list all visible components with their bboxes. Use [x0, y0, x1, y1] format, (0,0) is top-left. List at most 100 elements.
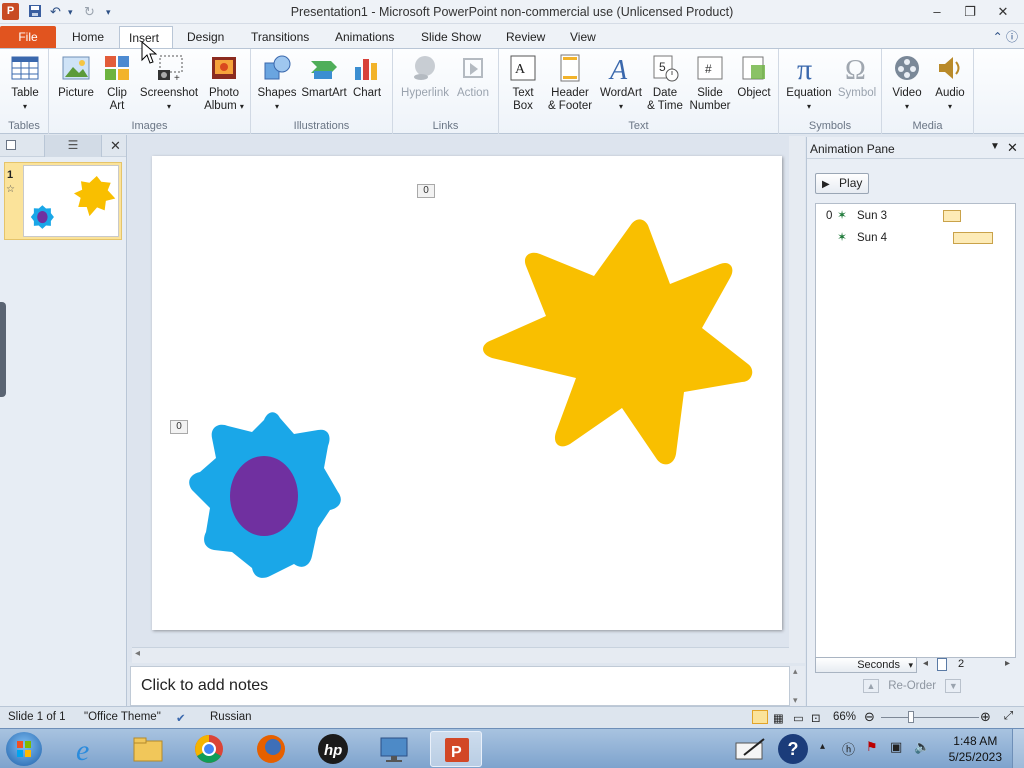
redo-icon[interactable]: ↻ [84, 4, 95, 20]
slide-number-icon: # [697, 56, 723, 80]
tray-pen-icon[interactable] [734, 735, 768, 763]
tray-network-icon[interactable]: ▣ [890, 739, 902, 755]
spell-check-icon[interactable]: ✔ [176, 711, 186, 725]
restore-button[interactable]: ❐ [957, 2, 983, 21]
object-button[interactable]: Object [733, 53, 775, 100]
help-icon[interactable]: ⌃ ⓘ [993, 28, 1018, 45]
timeline-marker[interactable] [937, 658, 947, 671]
zoom-slider-thumb[interactable] [908, 711, 914, 723]
zoom-in-icon[interactable]: ⊕ [980, 709, 991, 725]
zoom-level[interactable]: 66% [833, 711, 856, 723]
timeline-bar[interactable] [953, 232, 993, 244]
move-up-icon[interactable]: ▲ [863, 679, 879, 693]
taskbar-hp[interactable]: hp [307, 731, 359, 767]
taskbar-powerpoint[interactable]: P [430, 731, 482, 767]
animation-item-sun-4[interactable]: ✶ Sun 4 [816, 228, 1015, 248]
animation-item-sun-3[interactable]: 0 ✶ Sun 3 [816, 206, 1015, 226]
zoom-out-icon[interactable]: ⊖ [864, 709, 875, 725]
powerpoint-app-icon[interactable]: P [2, 3, 19, 20]
theme-status[interactable]: "Office Theme" [84, 711, 161, 723]
tray-flag-icon[interactable]: ⚑ [866, 739, 878, 755]
help-question-icon[interactable]: ? [778, 734, 808, 764]
symbol-button[interactable]: Ω Symbol [835, 53, 879, 100]
taskbar-chrome[interactable] [183, 731, 235, 767]
tab-design[interactable]: Design [178, 26, 233, 48]
scroll-left-icon[interactable]: ◂ [135, 648, 140, 659]
smartart-button[interactable]: SmartArt [299, 53, 349, 100]
timeline-left-icon[interactable]: ◂ [923, 658, 928, 669]
vertical-scrollbar[interactable] [789, 136, 805, 663]
equation-button[interactable]: π Equation ▾ [783, 53, 835, 113]
sun-3-star-shape[interactable] [483, 219, 753, 465]
notes-scrollbar[interactable]: ▴ ▾ [790, 666, 805, 706]
seconds-dropdown[interactable]: Seconds ▾ [815, 657, 917, 673]
table-button[interactable]: Table ▾ [6, 53, 44, 113]
pane-close-icon[interactable]: ✕ [1007, 140, 1018, 156]
slide-canvas[interactable]: 0 0 [152, 156, 782, 630]
header-footer-label-1: Header [551, 87, 589, 99]
picture-button[interactable]: Picture [55, 53, 97, 100]
chart-button[interactable]: Chart [349, 53, 385, 100]
wordart-button[interactable]: A WordArt ▾ [597, 53, 645, 113]
flower-center-ellipse[interactable] [230, 456, 298, 536]
notes-scroll-down-icon[interactable]: ▾ [793, 695, 798, 706]
normal-view-icon[interactable] [752, 710, 768, 724]
horizontal-scrollbar[interactable]: ◂ ▸ [132, 647, 804, 663]
photo-album-button[interactable]: Photo Album ▾ [201, 53, 247, 113]
reading-view-icon[interactable]: ▭ [793, 711, 804, 725]
minimize-button[interactable]: – [924, 2, 950, 21]
tab-review[interactable]: Review [497, 26, 554, 48]
tab-slide-show[interactable]: Slide Show [412, 26, 490, 48]
timeline-bar[interactable] [943, 210, 961, 222]
play-button[interactable]: ▶ Play [815, 173, 869, 194]
tab-animations[interactable]: Animations [326, 26, 403, 48]
slide-sorter-icon[interactable]: ▦ [773, 711, 784, 725]
language-status[interactable]: Russian [210, 711, 252, 723]
clip-art-button[interactable]: Clip Art [99, 53, 135, 113]
action-button[interactable]: Action [453, 53, 493, 100]
fit-slide-icon[interactable]: ⤢ [1004, 710, 1013, 723]
customize-qat-icon[interactable]: ▾ [106, 7, 111, 18]
audio-button[interactable]: Audio ▾ [930, 53, 970, 113]
tray-expand-icon[interactable]: ▴ [820, 741, 825, 752]
video-button[interactable]: Video ▾ [886, 53, 928, 113]
text-box-button[interactable]: A Text Box [505, 53, 541, 113]
timeline-right-icon[interactable]: ▸ [1005, 658, 1010, 669]
slide-show-icon[interactable]: ⊡ [811, 711, 821, 725]
tray-hp-icon[interactable]: ⓗ [842, 739, 855, 758]
omega-icon: Ω [845, 55, 866, 83]
shapes-button[interactable]: Shapes ▾ [255, 53, 299, 113]
taskbar-clock[interactable]: 1:48 AM 5/25/2023 [949, 733, 1002, 765]
slide-number-button[interactable]: # Slide Number [687, 53, 733, 113]
header-footer-button[interactable]: Header & Footer [543, 53, 597, 113]
tray-volume-icon[interactable]: 🔈 [914, 739, 930, 755]
animation-tag-left[interactable]: 0 [170, 420, 188, 434]
move-down-icon[interactable]: ▼ [945, 679, 962, 693]
slides-tab-icon[interactable] [6, 140, 16, 150]
floating-panel-handle[interactable] [0, 302, 6, 397]
taskbar-firefox[interactable] [245, 731, 297, 767]
slide-thumbnail[interactable] [23, 165, 119, 237]
tab-home[interactable]: Home [63, 26, 113, 48]
undo-icon[interactable]: ↶ [50, 4, 61, 20]
date-time-button[interactable]: 5 Date & Time [643, 53, 687, 113]
tab-file[interactable]: File [0, 26, 56, 48]
start-button[interactable] [6, 732, 42, 766]
tab-transitions[interactable]: Transitions [242, 26, 318, 48]
outline-tab-icon[interactable]: ☰ [44, 135, 102, 157]
tab-view[interactable]: View [561, 26, 605, 48]
animation-tag-top[interactable]: 0 [417, 184, 435, 198]
notes-pane[interactable]: Click to add notes [130, 666, 790, 706]
notes-scroll-up-icon[interactable]: ▴ [793, 666, 798, 677]
taskbar-remote-desktop[interactable] [369, 731, 421, 767]
undo-dropdown-icon[interactable]: ▾ [68, 7, 73, 18]
show-desktop-button[interactable] [1012, 729, 1024, 768]
hyperlink-button[interactable]: Hyperlink [397, 53, 453, 100]
pane-options-icon[interactable]: ▼ [990, 141, 1000, 152]
save-icon[interactable] [28, 4, 42, 21]
close-button[interactable]: ✕ [990, 2, 1016, 21]
taskbar-file-explorer[interactable] [122, 731, 174, 767]
taskbar-internet-explorer[interactable]: e [62, 731, 114, 767]
close-panel-icon[interactable]: ✕ [110, 138, 121, 154]
zoom-slider-track[interactable] [881, 717, 979, 718]
